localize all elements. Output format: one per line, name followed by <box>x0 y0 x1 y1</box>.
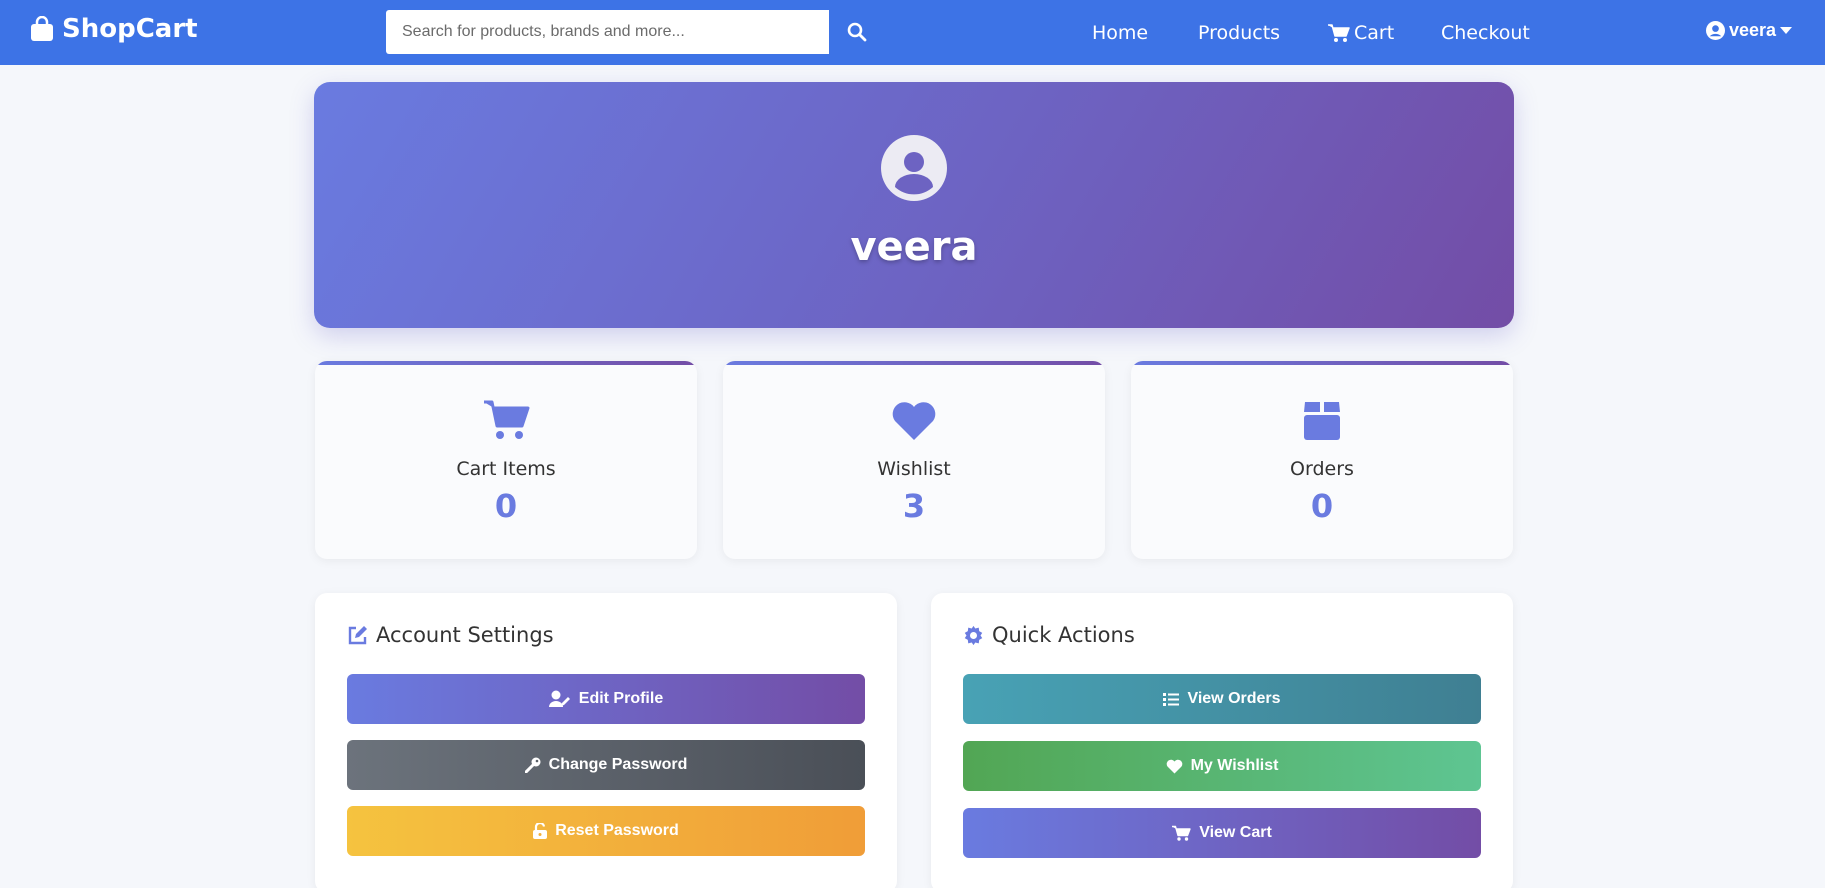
stat-label: Orders <box>1290 458 1354 480</box>
quick-actions-panel: Quick Actions View Orders My Wishlist Vi… <box>931 593 1513 888</box>
user-menu[interactable]: veera <box>1706 20 1793 41</box>
brand-name: ShopCart <box>62 14 198 44</box>
stat-value: 0 <box>494 487 518 525</box>
heart-icon <box>1166 759 1182 773</box>
gear-icon <box>964 625 983 645</box>
button-label: My Wishlist <box>1190 757 1279 774</box>
stat-card-orders: Orders 0 <box>1131 361 1513 559</box>
panel-title-text: Quick Actions <box>992 623 1135 647</box>
heart-icon <box>892 402 936 440</box>
nav-products[interactable]: Products <box>1198 22 1280 44</box>
cart-icon <box>484 400 530 439</box>
nav-home[interactable]: Home <box>1092 22 1148 44</box>
button-label: Reset Password <box>555 822 679 839</box>
panel-title-text: Account Settings <box>376 623 554 647</box>
stat-value: 0 <box>1310 487 1334 525</box>
user-edit-icon <box>548 690 570 707</box>
account-settings-panel: Account Settings Edit Profile Change Pas… <box>315 593 897 888</box>
top-navbar: ShopCart Home Products Cart Checkout <box>0 0 1825 65</box>
button-label: Change Password <box>548 756 688 773</box>
button-label: Edit Profile <box>578 690 664 707</box>
profile-hero: veera <box>314 82 1514 328</box>
view-orders-button[interactable]: View Orders <box>963 674 1481 724</box>
unlock-icon <box>533 823 548 839</box>
search-button[interactable] <box>829 10 884 54</box>
cart-icon <box>1172 825 1191 841</box>
user-name: veera <box>1729 20 1777 40</box>
edit-profile-button[interactable]: Edit Profile <box>347 674 865 724</box>
shopping-bag-icon <box>31 16 53 41</box>
box-icon <box>1304 402 1340 440</box>
search-icon <box>847 22 866 42</box>
stat-card-cart: Cart Items 0 <box>315 361 697 559</box>
search-input[interactable] <box>386 10 829 54</box>
nav-checkout-label: Checkout <box>1441 22 1530 44</box>
nav-cart[interactable]: Cart <box>1328 22 1394 44</box>
search-bar <box>386 10 886 54</box>
nav-home-label: Home <box>1092 22 1149 44</box>
stat-value: 3 <box>902 487 926 525</box>
key-icon <box>524 757 541 773</box>
list-icon <box>1163 692 1180 706</box>
reset-password-button[interactable]: Reset Password <box>347 806 865 856</box>
my-wishlist-button[interactable]: My Wishlist <box>963 741 1481 791</box>
nav-cart-label: Cart <box>1354 22 1395 44</box>
stat-card-wishlist: Wishlist 3 <box>723 361 1105 559</box>
panel-title: Account Settings <box>347 623 554 647</box>
profile-name: veera <box>850 224 978 270</box>
user-circle-icon <box>1706 21 1725 40</box>
stat-label: Cart Items <box>456 458 556 480</box>
brand-logo[interactable]: ShopCart <box>30 14 198 44</box>
button-label: View Cart <box>1199 824 1272 841</box>
edit-icon <box>348 625 367 644</box>
nav-checkout[interactable]: Checkout <box>1441 22 1530 44</box>
caret-down-icon <box>1780 26 1793 34</box>
user-circle-icon <box>881 135 947 201</box>
view-cart-button[interactable]: View Cart <box>963 808 1481 858</box>
cart-icon <box>1328 24 1350 42</box>
panel-title: Quick Actions <box>963 623 1135 647</box>
nav-products-label: Products <box>1198 22 1281 44</box>
stat-label: Wishlist <box>877 458 951 480</box>
button-label: View Orders <box>1187 690 1281 707</box>
change-password-button[interactable]: Change Password <box>347 740 865 790</box>
